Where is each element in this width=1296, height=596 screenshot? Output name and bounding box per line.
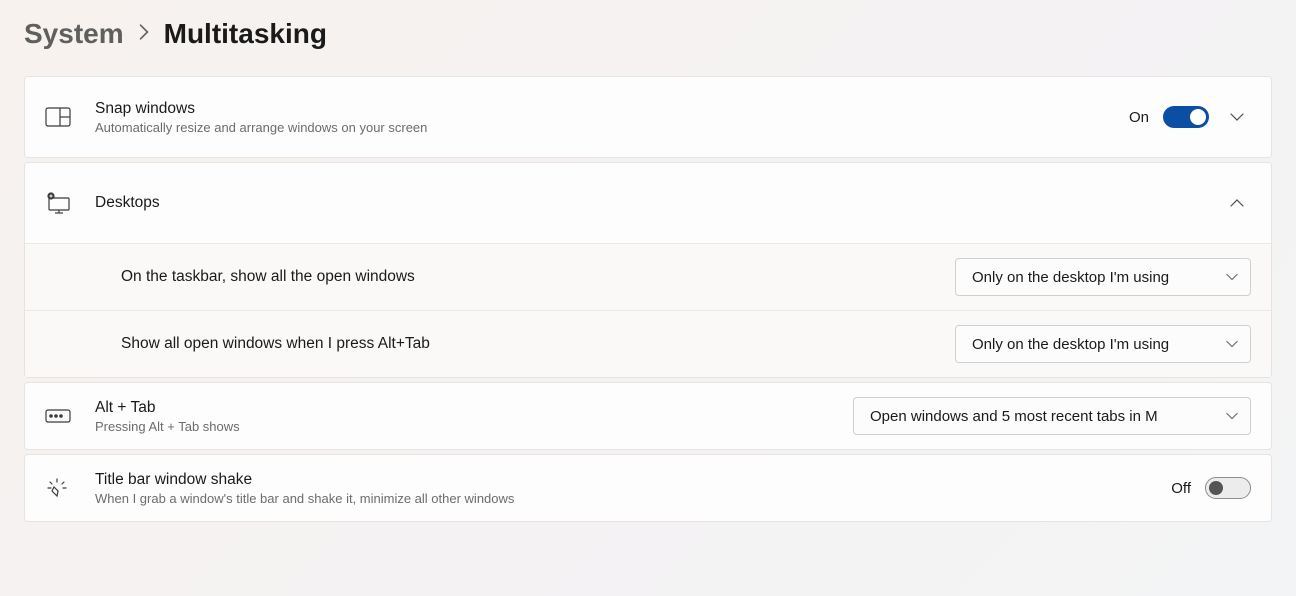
- snap-desc: Automatically resize and arrange windows…: [95, 120, 1111, 135]
- desktops-taskbar-row: On the taskbar, show all the open window…: [25, 243, 1271, 310]
- alttab-dropdown[interactable]: Open windows and 5 most recent tabs in M: [853, 397, 1251, 435]
- chevron-up-icon[interactable]: [1223, 198, 1251, 208]
- desktops-alttab-dropdown[interactable]: Only on the desktop I'm using: [955, 325, 1251, 363]
- shake-toggle-label: Off: [1171, 480, 1191, 497]
- alttab-icon: [45, 409, 95, 423]
- snap-toggle[interactable]: [1163, 106, 1209, 128]
- alttab-desc: Pressing Alt + Tab shows: [95, 419, 835, 434]
- chevron-right-icon: [138, 23, 150, 46]
- desktops-row[interactable]: Desktops: [25, 163, 1271, 243]
- shake-desc: When I grab a window's title bar and sha…: [95, 491, 1153, 506]
- dropdown-value: Open windows and 5 most recent tabs in M: [870, 408, 1158, 425]
- breadcrumb-current: Multitasking: [164, 18, 327, 50]
- snap-windows-row[interactable]: Snap windows Automatically resize and ar…: [25, 77, 1271, 157]
- desktops-title: Desktops: [95, 194, 1205, 212]
- desktops-icon: [45, 192, 95, 214]
- dropdown-value: Only on the desktop I'm using: [972, 269, 1169, 286]
- chevron-down-icon[interactable]: [1223, 112, 1251, 122]
- shake-toggle[interactable]: [1205, 477, 1251, 499]
- alttab-card: Alt + Tab Pressing Alt + Tab shows Open …: [24, 382, 1272, 450]
- shake-icon: [45, 476, 95, 500]
- chevron-down-icon: [1226, 409, 1238, 423]
- snap-windows-card: Snap windows Automatically resize and ar…: [24, 76, 1272, 158]
- desktops-card: Desktops On the taskbar, show all the op…: [24, 162, 1272, 378]
- shake-title: Title bar window shake: [95, 471, 1153, 489]
- breadcrumb-parent[interactable]: System: [24, 18, 124, 50]
- snap-layout-icon: [45, 107, 95, 127]
- desktops-alttab-row: Show all open windows when I press Alt+T…: [25, 310, 1271, 377]
- breadcrumb: System Multitasking: [24, 18, 1272, 50]
- dropdown-value: Only on the desktop I'm using: [972, 336, 1169, 353]
- snap-title: Snap windows: [95, 100, 1111, 118]
- snap-toggle-label: On: [1129, 109, 1149, 126]
- alttab-row: Alt + Tab Pressing Alt + Tab shows Open …: [25, 383, 1271, 449]
- desktops-taskbar-label: On the taskbar, show all the open window…: [121, 268, 937, 286]
- chevron-down-icon: [1226, 337, 1238, 351]
- shake-card: Title bar window shake When I grab a win…: [24, 454, 1272, 522]
- alttab-title: Alt + Tab: [95, 399, 835, 417]
- desktops-taskbar-dropdown[interactable]: Only on the desktop I'm using: [955, 258, 1251, 296]
- shake-row: Title bar window shake When I grab a win…: [25, 455, 1271, 521]
- desktops-alttab-label: Show all open windows when I press Alt+T…: [121, 335, 937, 353]
- chevron-down-icon: [1226, 270, 1238, 284]
